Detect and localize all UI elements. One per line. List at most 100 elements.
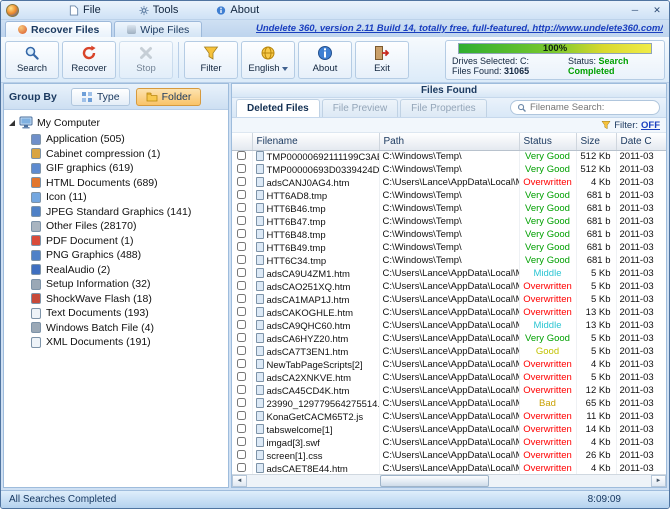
cell-filename[interactable]: adsCAET8E44.htm (252, 462, 379, 474)
cell-filename[interactable]: TMP00000693D0339424D... (252, 163, 379, 176)
file-row[interactable]: TMP00000693D0339424D...C:\Windows\Temp\V… (232, 163, 666, 176)
cell-filename[interactable]: HTT6B49.tmp (252, 241, 379, 254)
col-size[interactable]: Size (576, 133, 616, 150)
col-filename[interactable]: Filename (252, 133, 379, 150)
cell-filename[interactable]: 23990_129779564275514... (252, 397, 379, 410)
cell-filename[interactable]: HTT6B46.tmp (252, 202, 379, 215)
exit-button[interactable]: Exit (355, 41, 409, 79)
scroll-left-icon[interactable]: ◄ (232, 475, 247, 487)
cell-filename[interactable]: screen[1].css (252, 449, 379, 462)
cell-filename[interactable]: KonaGetCACM65T2.js (252, 410, 379, 423)
file-row[interactable]: HTT6B48.tmpC:\Windows\Temp\Very Good681 … (232, 228, 666, 241)
tab-file-preview[interactable]: File Preview (322, 99, 398, 117)
file-row[interactable]: adsCAET8E44.htmC:\Users\Lance\AppData\Lo… (232, 462, 666, 474)
row-checkbox[interactable] (237, 450, 246, 459)
row-checkbox[interactable] (237, 372, 246, 381)
file-row[interactable]: adsCAKOGHLE.htmC:\Users\Lance\AppData\Lo… (232, 306, 666, 319)
row-checkbox[interactable] (237, 294, 246, 303)
cell-filename[interactable]: adsCA9QHC60.htm (252, 319, 379, 332)
file-row[interactable]: HTT6B46.tmpC:\Windows\Temp\Very Good681 … (232, 202, 666, 215)
cell-filename[interactable]: HTT6AD8.tmp (252, 189, 379, 202)
cell-filename[interactable]: adsCA6HYZ20.htm (252, 332, 379, 345)
cell-filename[interactable]: HTT6C34.tmp (252, 254, 379, 267)
minimize-button[interactable]: ─ (628, 3, 642, 18)
menu-tools[interactable]: Tools (133, 3, 185, 17)
row-checkbox[interactable] (237, 177, 246, 186)
cell-filename[interactable]: adsCA7T3EN1.htm (252, 345, 379, 358)
row-checkbox[interactable] (237, 164, 246, 173)
filename-search-input[interactable] (530, 102, 653, 113)
file-row[interactable]: screen[1].cssC:\Users\Lance\AppData\Loca… (232, 449, 666, 462)
filename-search-box[interactable] (510, 100, 660, 115)
col-date[interactable]: Date C (616, 133, 666, 150)
cell-filename[interactable]: adsCA45CD4K.htm (252, 384, 379, 397)
tree-item[interactable]: Windows Batch File (4) (7, 321, 225, 336)
row-checkbox[interactable] (237, 151, 246, 160)
about-button[interactable]: About (298, 41, 352, 79)
file-row[interactable]: adsCA1MAP1J.htmC:\Users\Lance\AppData\Lo… (232, 293, 666, 306)
filter-toggle[interactable]: OFF (641, 120, 660, 131)
cell-filename[interactable]: adsCANJ0AG4.htm (252, 176, 379, 189)
cell-filename[interactable]: adsCA1MAP1J.htm (252, 293, 379, 306)
row-checkbox[interactable] (237, 255, 246, 264)
row-checkbox[interactable] (237, 281, 246, 290)
cell-filename[interactable]: adsCA9U4ZM1.htm (252, 267, 379, 280)
tab-recover-files[interactable]: Recover Files (5, 21, 112, 37)
group-by-folder-button[interactable]: Folder (136, 88, 202, 106)
tree-item[interactable]: Application (505) (7, 132, 225, 147)
tab-file-properties[interactable]: File Properties (400, 99, 486, 117)
row-checkbox[interactable] (237, 398, 246, 407)
file-row[interactable]: HTT6AD8.tmpC:\Windows\Temp\Very Good681 … (232, 189, 666, 202)
row-checkbox[interactable] (237, 359, 246, 368)
tree-item[interactable]: Cabinet compression (1) (7, 147, 225, 162)
file-row[interactable]: adsCA9U4ZM1.htmC:\Users\Lance\AppData\Lo… (232, 267, 666, 280)
row-checkbox[interactable] (237, 333, 246, 342)
language-button[interactable]: English (241, 41, 295, 79)
tree-item[interactable]: PNG Graphics (488) (7, 248, 225, 263)
file-row[interactable]: TMP00000692111199C3AB...C:\Windows\Temp\… (232, 150, 666, 163)
row-checkbox[interactable] (237, 411, 246, 420)
row-checkbox[interactable] (237, 463, 246, 472)
file-row[interactable]: adsCA7T3EN1.htmC:\Users\Lance\AppData\Lo… (232, 345, 666, 358)
version-link[interactable]: Undelete 360, version 2.11 Build 14, tot… (256, 23, 663, 34)
tab-deleted-files[interactable]: Deleted Files (236, 99, 320, 117)
close-button[interactable]: ✕ (650, 3, 664, 18)
cell-filename[interactable]: NewTabPageScripts[2] (252, 358, 379, 371)
cell-filename[interactable]: adsCA2XNKVE.htm (252, 371, 379, 384)
file-row[interactable]: adsCA9QHC60.htmC:\Users\Lance\AppData\Lo… (232, 319, 666, 332)
tree-item[interactable]: RealAudio (2) (7, 263, 225, 278)
tree-item[interactable]: PDF Document (1) (7, 234, 225, 249)
tree-item[interactable]: ShockWave Flash (18) (7, 292, 225, 307)
tree-item[interactable]: XML Documents (191) (7, 335, 225, 350)
cell-filename[interactable]: HTT6B48.tmp (252, 228, 379, 241)
scrollbar-thumb[interactable] (380, 475, 489, 487)
file-row[interactable]: tabswelcome[1]C:\Users\Lance\AppData\Loc… (232, 423, 666, 436)
tree-item[interactable]: GIF graphics (619) (7, 161, 225, 176)
cell-filename[interactable]: adsCAKOGHLE.htm (252, 306, 379, 319)
file-row[interactable]: adsCA45CD4K.htmC:\Users\Lance\AppData\Lo… (232, 384, 666, 397)
file-row[interactable]: adsCA6HYZ20.htmC:\Users\Lance\AppData\Lo… (232, 332, 666, 345)
row-checkbox[interactable] (237, 203, 246, 212)
file-row[interactable]: adsCA2XNKVE.htmC:\Users\Lance\AppData\Lo… (232, 371, 666, 384)
row-checkbox[interactable] (237, 385, 246, 394)
row-checkbox[interactable] (237, 307, 246, 316)
tree-item[interactable]: Icon (11) (7, 190, 225, 205)
cell-filename[interactable]: HTT6B47.tmp (252, 215, 379, 228)
file-row[interactable]: KonaGetCACM65T2.jsC:\Users\Lance\AppData… (232, 410, 666, 423)
menu-about[interactable]: About (210, 3, 265, 17)
col-path[interactable]: Path (379, 133, 519, 150)
filter-button[interactable]: Filter (184, 41, 238, 79)
row-checkbox[interactable] (237, 268, 246, 277)
row-checkbox[interactable] (237, 424, 246, 433)
tree-item[interactable]: Other Files (28170) (7, 219, 225, 234)
tree-item[interactable]: Setup Information (32) (7, 277, 225, 292)
file-row[interactable]: HTT6B49.tmpC:\Windows\Temp\Very Good681 … (232, 241, 666, 254)
cell-filename[interactable]: imgad[3].swf (252, 436, 379, 449)
tree-root-my-computer[interactable]: My Computer (7, 115, 225, 132)
file-row[interactable]: HTT6C34.tmpC:\Windows\Temp\Very Good681 … (232, 254, 666, 267)
file-row[interactable]: 23990_129779564275514...C:\Users\Lance\A… (232, 397, 666, 410)
row-checkbox[interactable] (237, 242, 246, 251)
file-row[interactable]: adsCAO251XQ.htmC:\Users\Lance\AppData\Lo… (232, 280, 666, 293)
file-row[interactable]: NewTabPageScripts[2]C:\Users\Lance\AppDa… (232, 358, 666, 371)
file-row[interactable]: imgad[3].swfC:\Users\Lance\AppData\Local… (232, 436, 666, 449)
